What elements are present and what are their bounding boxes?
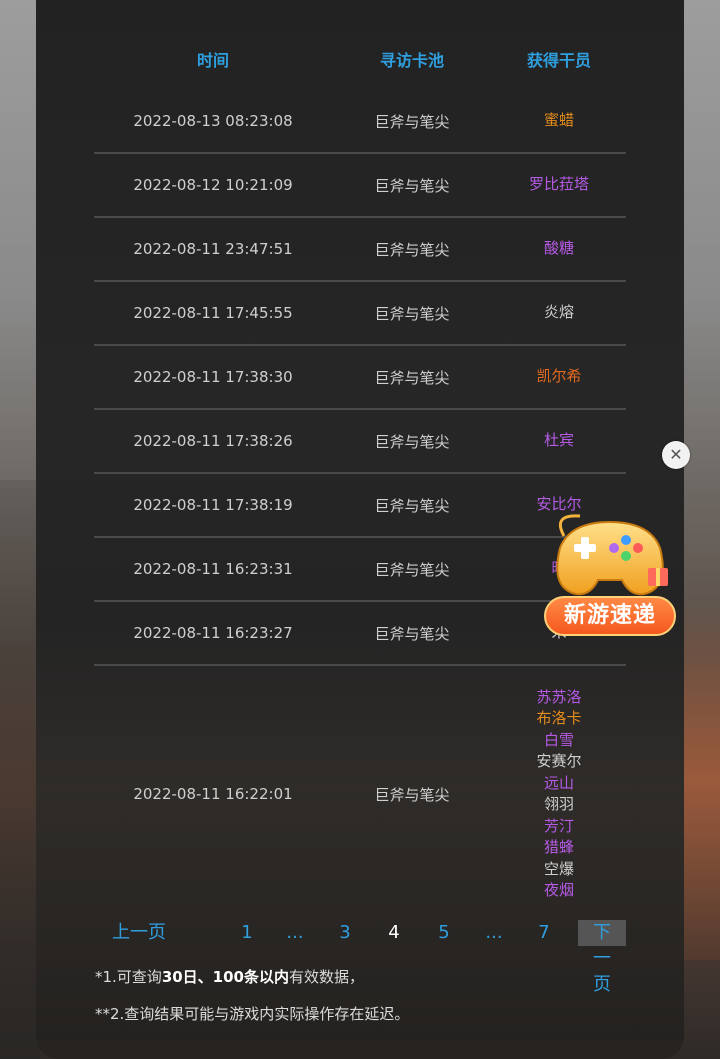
operator-name: 夜烟 xyxy=(543,881,574,899)
gacha-records-table: 时间 寻访卡池 获得干员 2022-08-13 08:23:08 巨斧与笔尖 蜜蜡 2… xyxy=(94,28,626,922)
row-operators: 酸糖 xyxy=(492,217,626,282)
row-time: 2022-08-11 16:23:31 xyxy=(94,537,332,602)
row-time: 2022-08-11 16:23:27 xyxy=(94,601,332,666)
gamepad-icon xyxy=(556,514,668,596)
page-ellipsis-right: ... xyxy=(485,922,503,943)
table-row: 2022-08-13 08:23:08 巨斧与笔尖 蜜蜡 xyxy=(94,90,626,154)
page-5-link[interactable]: 5 xyxy=(429,920,459,946)
row-operators: 蜜蜡 xyxy=(492,90,626,154)
table-header-row: 时间 寻访卡池 获得干员 xyxy=(94,28,626,90)
row-operators: 杜宾 xyxy=(492,409,626,474)
operator-name: 蜜蜡 xyxy=(543,111,574,130)
new-games-widget[interactable]: 新游速递 xyxy=(540,508,680,638)
pagination: 上一页 1 ... 3 4 5 ... 7 下一页 xyxy=(94,920,626,995)
page-7-link[interactable]: 7 xyxy=(529,920,559,946)
next-page-button[interactable]: 下一页 xyxy=(578,920,626,995)
note-delay: **2.查询结果可能与游戏内实际操作存在延迟。 xyxy=(95,1005,410,1023)
note1-bold: 30日、100条以内 xyxy=(161,968,289,986)
operator-name: 猎蜂 xyxy=(543,838,574,856)
row-pool: 巨斧与笔尖 xyxy=(332,537,492,602)
row-pool: 巨斧与笔尖 xyxy=(332,153,492,218)
row-pool: 巨斧与笔尖 xyxy=(332,90,492,154)
row-time: 2022-08-11 17:38:26 xyxy=(94,409,332,474)
header-time: 时间 xyxy=(196,51,229,70)
table-row: 2022-08-12 10:21:09 巨斧与笔尖 罗比菈塔 xyxy=(94,153,626,218)
row-operators: 罗比菈塔 xyxy=(492,153,626,218)
row-time: 2022-08-11 17:38:19 xyxy=(94,473,332,538)
operator-name: 凯尔希 xyxy=(536,367,582,386)
row-time: 2022-08-11 16:22:01 xyxy=(133,785,293,803)
row-time: 2022-08-13 08:23:08 xyxy=(94,90,332,154)
row-time: 2022-08-11 17:38:30 xyxy=(94,345,332,410)
operator-name: 杜宾 xyxy=(543,431,574,450)
operator-name: 罗比菈塔 xyxy=(528,175,589,194)
operator-name: 炎熔 xyxy=(543,303,574,322)
page-4-current: 4 xyxy=(388,922,400,943)
operator-name: 白雪 xyxy=(543,730,574,749)
operator-name: 布洛卡 xyxy=(536,709,582,727)
row-pool: 巨斧与笔尖 xyxy=(332,217,492,282)
operator-name: 芳汀 xyxy=(543,816,574,835)
row-pool: 巨斧与笔尖 xyxy=(374,785,450,804)
page-1-link[interactable]: 1 xyxy=(232,920,262,946)
note1-prefix: *1.可查询 xyxy=(95,968,162,986)
row-pool: 巨斧与笔尖 xyxy=(332,409,492,474)
row-pool: 巨斧与笔尖 xyxy=(332,473,492,538)
page-ellipsis-left: ... xyxy=(286,922,304,943)
operator-name: 翎羽 xyxy=(543,795,574,813)
row-pool: 巨斧与笔尖 xyxy=(332,345,492,410)
header-operator: 获得干员 xyxy=(526,51,591,70)
header-pool: 寻访卡池 xyxy=(379,51,444,70)
row-operators: 凯尔希 xyxy=(492,345,626,410)
close-widget-button[interactable]: ✕ xyxy=(662,441,690,469)
row-time: 2022-08-11 23:47:51 xyxy=(94,217,332,282)
table-row: 2022-08-11 17:38:30 巨斧与笔尖 凯尔希 xyxy=(94,345,626,410)
note-query-limit: *1.可查询30日、100条以内有效数据， xyxy=(95,966,364,987)
row-time: 2022-08-12 10:21:09 xyxy=(94,153,332,218)
row-operators: 炎熔 xyxy=(492,281,626,346)
operator-name: 安赛尔 xyxy=(536,752,582,770)
table-row: 2022-08-11 16:22:01 巨斧与笔尖 苏苏洛布洛卡白雪安赛尔远山翎羽芳… xyxy=(94,665,626,922)
row-pool: 巨斧与笔尖 xyxy=(332,601,492,666)
table-row: 2022-08-11 17:38:26 巨斧与笔尖 杜宾 xyxy=(94,409,626,474)
new-games-label: 新游速递 xyxy=(544,596,676,636)
row-pool: 巨斧与笔尖 xyxy=(332,281,492,346)
operator-name: 苏苏洛 xyxy=(536,687,582,706)
row-operators: 苏苏洛布洛卡白雪安赛尔远山翎羽芳汀猎蜂空爆夜烟 xyxy=(492,665,626,922)
operator-name: 空爆 xyxy=(543,859,574,878)
operator-name: 酸糖 xyxy=(543,239,574,258)
operator-name: 远山 xyxy=(543,773,574,792)
table-row: 2022-08-11 17:45:55 巨斧与笔尖 炎熔 xyxy=(94,281,626,346)
prev-page-button[interactable]: 上一页 xyxy=(94,920,184,946)
note1-suffix: 有效数据， xyxy=(289,968,365,986)
table-body: 2022-08-13 08:23:08 巨斧与笔尖 蜜蜡 2022-08-12 10:… xyxy=(94,90,626,922)
background-shade xyxy=(0,480,40,1059)
row-time: 2022-08-11 17:45:55 xyxy=(94,281,332,346)
table-row: 2022-08-11 23:47:51 巨斧与笔尖 酸糖 xyxy=(94,217,626,282)
page-3-link[interactable]: 3 xyxy=(330,920,360,946)
